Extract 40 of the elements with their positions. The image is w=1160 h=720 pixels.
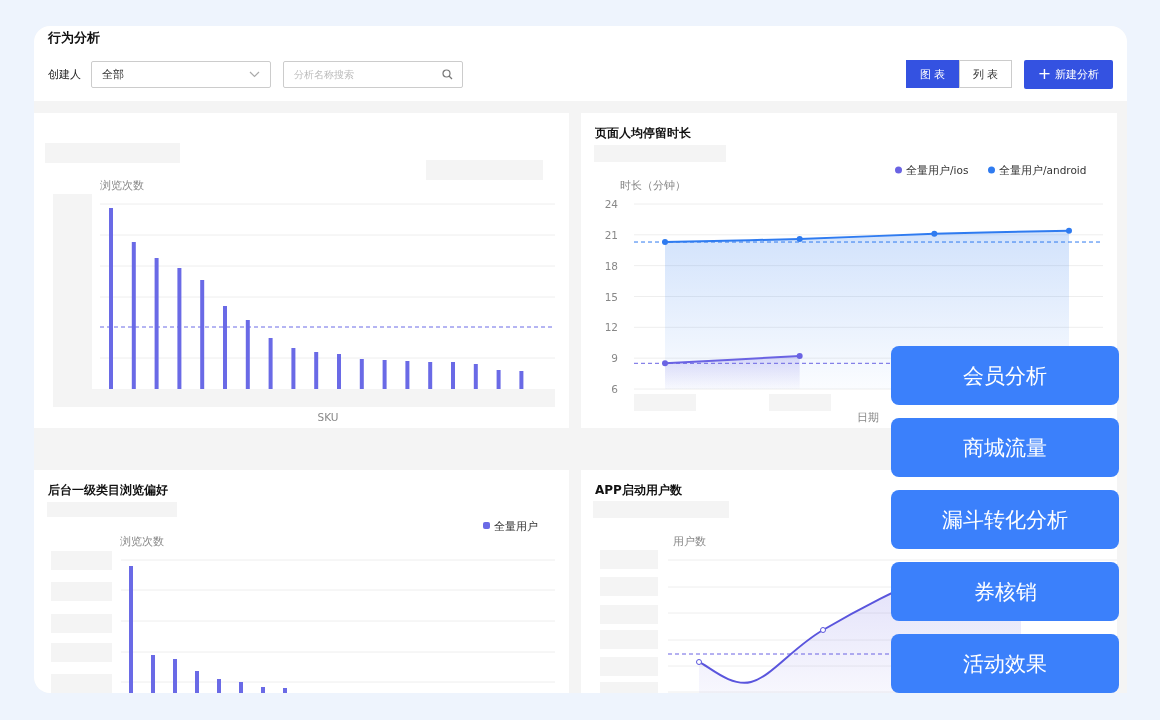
view-tab[interactable]: 图 表 <box>906 60 959 88</box>
axis-label: SKU <box>317 411 339 423</box>
feature-button[interactable]: 漏斗转化分析 <box>891 490 1119 549</box>
data-point <box>796 235 803 242</box>
tick-label: 6 <box>611 383 618 395</box>
feature-button[interactable]: 会员分析 <box>891 346 1119 405</box>
chevron-down-icon <box>249 70 260 78</box>
tick-label: 15 <box>604 290 618 303</box>
data-point <box>662 239 668 246</box>
data-point <box>696 659 702 665</box>
feature-button[interactable]: 券核销 <box>891 562 1119 621</box>
legend-label: 全量用户/android <box>999 164 1087 176</box>
card-title: APP启动用户数 <box>595 482 682 499</box>
page-title: 行为分析 <box>48 30 101 46</box>
data-point <box>1066 227 1072 234</box>
card-title: 页面人均停留时长 <box>595 125 691 142</box>
feature-button[interactable]: 商城流量 <box>891 418 1119 477</box>
axis-label: 时长（分钟） <box>620 179 686 191</box>
feature-button[interactable]: 活动效果 <box>891 634 1119 693</box>
axis-label: 浏览次数 <box>100 179 144 191</box>
search-icon <box>442 68 453 80</box>
creator-select[interactable]: 全部 <box>91 60 271 88</box>
axis-label: 日期 <box>857 411 879 423</box>
legend-label: 全量用户 <box>494 520 538 532</box>
data-point <box>820 627 826 633</box>
tick-label: 12 <box>604 321 618 334</box>
tick-label: 9 <box>611 352 618 365</box>
data-point <box>931 230 938 237</box>
tick-label: 21 <box>604 228 618 241</box>
axis-label: 用户数 <box>673 535 706 547</box>
new-analysis-button[interactable]: + 新建分析 <box>1024 59 1113 89</box>
tick-label: 18 <box>604 259 618 272</box>
legend-label: 全量用户/ios <box>906 164 969 176</box>
data-point <box>796 353 803 360</box>
view-tab[interactable]: 列 表 <box>959 60 1012 88</box>
tick-label: 24 <box>604 198 618 210</box>
data-point <box>662 360 668 367</box>
creator-label: 创建人 <box>48 66 81 82</box>
axis-label: 浏览次数 <box>120 535 164 547</box>
card-title: 后台一级类目浏览偏好 <box>48 482 168 499</box>
